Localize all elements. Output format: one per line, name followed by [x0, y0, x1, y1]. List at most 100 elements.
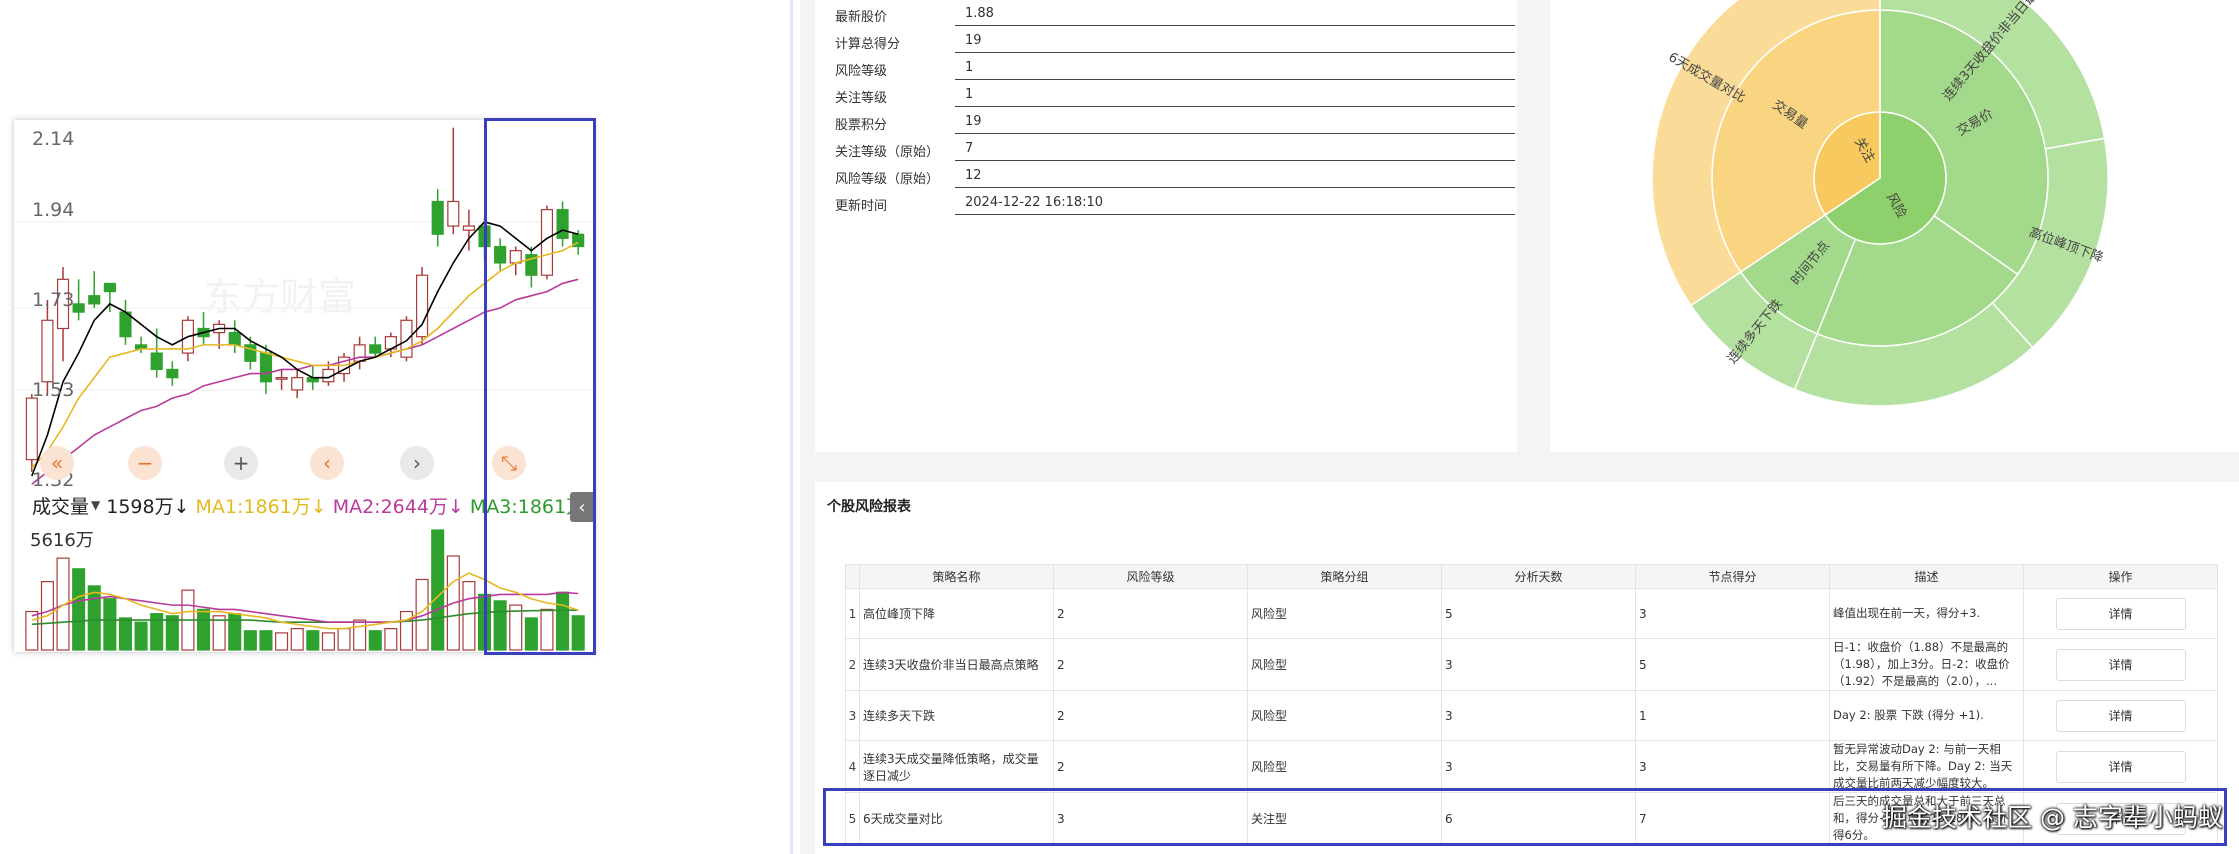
node-score-cell: 3 — [1635, 740, 1830, 793]
info-row: 风险等级（原始） 12 — [835, 168, 1515, 188]
volume-bar — [290, 628, 304, 651]
move-right-icon[interactable]: › — [400, 446, 434, 480]
row-index: 2 — [845, 638, 860, 691]
volume-bar — [462, 581, 476, 651]
info-label: 股票积分 — [835, 118, 888, 133]
table-header-cell[interactable]: 策略分组 — [1247, 564, 1442, 589]
risk-level-cell: 2 — [1053, 588, 1248, 639]
table-header-cell[interactable]: 风险等级 — [1053, 564, 1248, 589]
info-label: 关注等级（原始） — [835, 145, 940, 160]
candle-body — [369, 344, 382, 354]
candle-body — [228, 331, 241, 346]
candle-body — [150, 352, 163, 371]
table-row[interactable]: 3 连续多天下跌 2 风险型 3 1 Day 2: 股票 下跌 (得分 +1).… — [845, 690, 2218, 741]
volume-bar — [353, 619, 367, 651]
info-row: 风险等级 1 — [835, 60, 1515, 80]
info-row: 股票积分 19 — [835, 114, 1515, 134]
strategy-group-cell: 风险型 — [1247, 690, 1442, 741]
volume-bar — [165, 615, 179, 651]
candle-body — [275, 377, 288, 380]
table-header-cell: 操作 — [2023, 564, 2218, 589]
candle-body — [72, 303, 85, 313]
action-cell: 详情 — [2023, 690, 2218, 741]
row-index: 1 — [845, 588, 860, 639]
volume-bar — [259, 630, 273, 651]
candle-body — [41, 319, 54, 383]
info-value: 7 — [955, 141, 1515, 161]
detail-button[interactable]: 详情 — [2055, 648, 2186, 681]
volume-bar — [212, 615, 226, 651]
info-value: 1 — [955, 87, 1515, 107]
table-row[interactable]: 4 连续3天成交量降低策略，成交量逐日减少 2 风险型 3 3 暂无异常波动Da… — [845, 740, 2218, 793]
analysis-days-cell: 5 — [1441, 588, 1636, 639]
candle-body — [103, 282, 116, 293]
volume-bar — [72, 568, 86, 651]
info-label: 关注等级 — [835, 91, 888, 106]
description-cell: 暂无异常波动Day 2: 与前一天相比，交易量有所下降。Day 2: 当天成交量… — [1829, 740, 2024, 793]
volume-bar — [321, 632, 335, 651]
info-value: 19 — [955, 114, 1515, 134]
volume-bar — [118, 617, 133, 651]
analysis-days-cell: 3 — [1441, 690, 1636, 741]
candle-body — [291, 377, 304, 391]
description-cell: Day 2: 股票 下跌 (得分 +1). — [1829, 690, 2024, 741]
risk-level-cell: 2 — [1053, 690, 1248, 741]
volume-indicator-select[interactable]: 成交量 — [32, 492, 89, 519]
candle-body — [166, 368, 179, 379]
candle-body — [400, 319, 413, 358]
volume-ma1: MA1:1861万↓ — [195, 495, 327, 518]
info-row: 计算总得分 19 — [835, 33, 1515, 53]
action-cell: 详情 — [2023, 740, 2218, 793]
volume-value: 1598万↓ — [106, 495, 190, 518]
strategy-name-cell: 连续多天下跌 — [859, 690, 1054, 741]
table-row[interactable]: 2 连续3天收盘价非当日最高点策略 2 风险型 3 5 日-1：收盘价（1.88… — [845, 638, 2218, 691]
volume-bar — [431, 529, 445, 651]
price-tick-label: 2.14 — [32, 128, 75, 150]
dropdown-caret-icon[interactable]: ▼ — [91, 498, 100, 512]
strategy-sunburst-card: 关注风险交易量交易价时间节点6天成交量对比连续3天收盘价非当日最高点策略高位峰顶… — [1550, 0, 2239, 452]
zoom-in-icon[interactable]: + — [224, 446, 258, 480]
info-row: 关注等级（原始） 7 — [835, 141, 1515, 161]
volume-bar — [384, 628, 398, 651]
table-header-cell[interactable]: 描述 — [1829, 564, 2024, 589]
strategy-group-cell: 风险型 — [1247, 638, 1442, 691]
table-header-cell[interactable]: 分析天数 — [1441, 564, 1636, 589]
candle-body — [431, 200, 444, 235]
table-header-index — [845, 564, 860, 589]
info-value: 12 — [955, 168, 1515, 188]
strategy-group-cell: 风险型 — [1247, 740, 1442, 793]
volume-bar — [275, 632, 289, 651]
node-score-cell: 1 — [1635, 690, 1830, 741]
info-label: 最新股价 — [835, 10, 888, 25]
detail-button[interactable]: 详情 — [2055, 699, 2186, 732]
watermark-text: 掘金技术社区 @ 志字辈小蚂蚁 — [1882, 803, 2223, 832]
analysis-days-cell: 3 — [1441, 740, 1636, 793]
volume-bar — [134, 621, 148, 651]
detail-button[interactable]: 详情 — [2055, 597, 2186, 630]
sunburst-chart[interactable]: 关注风险交易量交易价时间节点6天成交量对比连续3天收盘价非当日最高点策略高位峰顶… — [1550, 0, 2239, 452]
candle-body — [88, 295, 101, 305]
table-header-cell[interactable]: 策略名称 — [859, 564, 1054, 589]
detail-button[interactable]: 详情 — [2055, 750, 2186, 783]
price-tick-label: 1.53 — [32, 379, 75, 401]
table-header-row: 策略名称 风险等级 策略分组 分析天数 节点得分 描述 操作 — [845, 564, 2218, 589]
volume-bar — [25, 610, 39, 651]
analysis-days-cell: 3 — [1441, 638, 1636, 691]
volume-bar — [337, 628, 351, 651]
volume-bar — [103, 598, 117, 651]
double-left-icon[interactable]: « — [40, 446, 74, 480]
panel-divider — [790, 0, 793, 854]
info-value: 19 — [955, 33, 1515, 53]
strategy-group-cell: 风险型 — [1247, 588, 1442, 639]
node-score-cell: 5 — [1635, 638, 1830, 691]
zoom-out-icon[interactable]: − — [128, 446, 162, 480]
info-row: 关注等级 1 — [835, 87, 1515, 107]
info-row: 最新股价 1.88 — [835, 6, 1515, 26]
table-row[interactable]: 1 高位峰顶下降 2 风险型 5 3 峰值出现在前一天，得分+3. 详情 — [845, 588, 2218, 639]
strategy-name-cell: 连续3天收盘价非当日最高点策略 — [859, 638, 1054, 691]
move-left-icon[interactable]: ‹ — [310, 446, 344, 480]
info-label: 风险等级 — [835, 64, 888, 79]
info-value: 2024-12-22 16:18:10 — [955, 195, 1515, 215]
table-header-cell[interactable]: 节点得分 — [1635, 564, 1830, 589]
action-cell: 详情 — [2023, 638, 2218, 691]
